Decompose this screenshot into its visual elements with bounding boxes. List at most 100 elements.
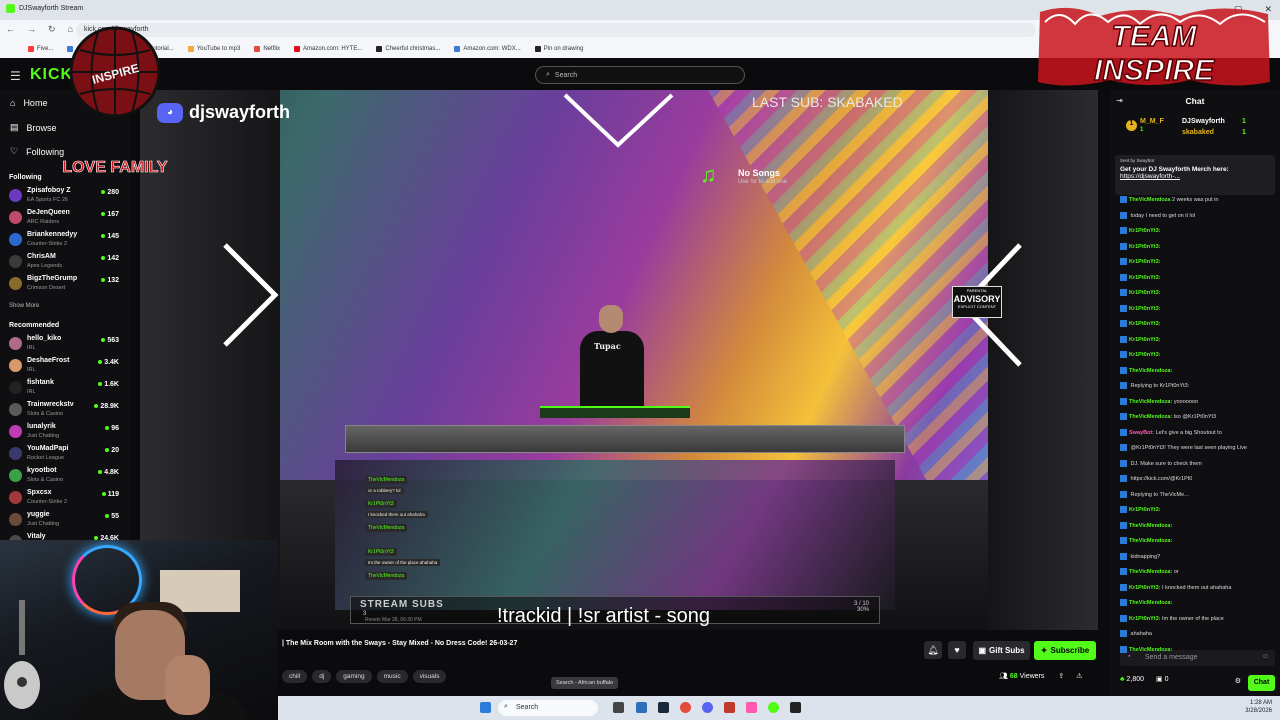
sidebar-channel[interactable]: lunalyrik Just Chatting 96 xyxy=(9,422,121,442)
chat-username[interactable]: TheVicMendoza: xyxy=(1129,414,1172,420)
discord-taskbar-icon[interactable] xyxy=(702,702,713,713)
chrome-icon[interactable] xyxy=(680,702,691,713)
top-gifter-2[interactable]: DJSwayforth xyxy=(1182,118,1225,125)
forward-icon[interactable]: → xyxy=(27,24,36,35)
chat-username[interactable]: Kr1Pt0nYt3: xyxy=(1129,305,1160,311)
top-gifter-1[interactable]: M_M_F xyxy=(1140,118,1164,125)
chat-message: https://kick.com/@Kr1Pt0 xyxy=(1120,475,1270,482)
steam-icon[interactable] xyxy=(658,702,669,713)
chat-username[interactable]: Kr1Pt0nYt3: xyxy=(1129,321,1160,327)
video-player[interactable]: LAST SUB: SKABAKED ♫ No Songs Use !sr to… xyxy=(140,90,1098,630)
avatar xyxy=(9,359,22,372)
bookmark-item[interactable]: Pin on drawing xyxy=(534,46,583,52)
chat-badge-icon xyxy=(1120,227,1127,234)
chat-username[interactable]: Kr1Pt0nYt3: xyxy=(1129,274,1160,280)
sidebar-channel[interactable]: Briankennedyy Counter-Strike 2 145 xyxy=(9,230,121,250)
stream-tag[interactable]: visuals xyxy=(412,670,447,683)
now-playing-sub: Use !sr to add one xyxy=(738,179,788,185)
task-view-icon[interactable] xyxy=(613,702,624,713)
pinned-message[interactable]: Sent by SwayBot Get your DJ Swayforth Me… xyxy=(1115,155,1275,195)
webcam-person-hand xyxy=(165,655,210,715)
chat-username[interactable]: TheVicMendoza: xyxy=(1129,522,1172,528)
nav-following[interactable]: ♡ Following xyxy=(10,146,64,157)
chat-username[interactable]: TheVicMendoza: xyxy=(1129,600,1172,606)
channel-viewers: 142 xyxy=(101,255,119,262)
spotify-icon[interactable] xyxy=(768,702,779,713)
following-header: Following xyxy=(9,174,42,181)
reload-icon[interactable]: ↻ xyxy=(48,24,56,35)
bookmark-icon xyxy=(254,46,261,52)
back-icon[interactable]: ← xyxy=(6,24,15,35)
taskbar-clock[interactable]: 1:28 AM 3/28/2026 xyxy=(1245,699,1272,716)
chat-username[interactable]: TheVicMendoza: xyxy=(1129,646,1172,652)
file-explorer-icon[interactable] xyxy=(636,702,647,713)
emoji-icon[interactable]: ☺ xyxy=(1262,653,1269,660)
sidebar-channel[interactable]: ChrisAM Apex Legends 142 xyxy=(9,252,121,272)
menu-icon[interactable]: ☰ xyxy=(10,69,21,83)
bookmark-item[interactable]: Netflix xyxy=(254,46,280,52)
chat-badge-icon xyxy=(1120,335,1127,343)
bookmark-icon xyxy=(376,46,383,52)
chat-username[interactable]: TheVicMendoza: xyxy=(1129,398,1172,404)
bookmark-item[interactable]: Five... xyxy=(28,46,53,52)
report-icon[interactable]: ⚠ xyxy=(1076,673,1082,680)
chat-send-button[interactable]: Chat xyxy=(1248,675,1275,691)
chat-username[interactable]: Kr1Pt0nYt3: xyxy=(1129,259,1160,265)
overlay-chat-message: TheVicMendoza xyxy=(365,516,465,534)
stream-tag[interactable]: chill xyxy=(282,670,308,683)
bookmark-item[interactable]: YouTube to mp3 xyxy=(187,46,240,52)
chat-username[interactable]: Kr1Pt0nYt3: xyxy=(1129,228,1160,234)
sidebar-channel[interactable]: DeJenQueen ARC Raiders 167 xyxy=(9,208,121,228)
stream-tag[interactable]: dj xyxy=(312,670,332,683)
chat-username[interactable]: Kr1Pt0nYt3: xyxy=(1129,615,1160,621)
nav-browse[interactable]: ▤ Browse xyxy=(10,122,57,133)
sidebar-channel[interactable]: DeshaeFrost IRL 3.4K xyxy=(9,356,121,376)
chat-username[interactable]: Kr1Pt0nYt3: xyxy=(1129,584,1160,590)
chat-username[interactable]: SwayBot: xyxy=(1129,429,1154,435)
notification-bell-icon[interactable]: 🔔︎ xyxy=(924,641,942,659)
sidebar-channel[interactable]: YouMadPapi Rocket League 20 xyxy=(9,444,121,464)
sidebar-channel[interactable]: yuggie Just Chatting 55 xyxy=(9,510,121,530)
sidebar-channel[interactable]: BigzTheGrump Crimson Desert 132 xyxy=(9,274,121,294)
top-gifter-3-count: 1 xyxy=(1242,129,1246,136)
bookmark-item[interactable]: Amazon.com: WDX... xyxy=(454,46,521,52)
chat-badge-icon xyxy=(1120,490,1127,498)
chat-username[interactable]: TheVicMendoza xyxy=(1129,197,1170,203)
chat-username[interactable]: TheVicMendoza: xyxy=(1129,538,1172,544)
stream-tag[interactable]: music xyxy=(376,670,408,683)
pinned-link[interactable]: https://djswayforth-... xyxy=(1120,173,1270,180)
chat-username[interactable]: Kr1Pt0nYt3: xyxy=(1129,243,1160,249)
taskbar-search[interactable]: ⌕ Search xyxy=(498,700,598,716)
nav-home[interactable]: ⌂ Home xyxy=(10,98,47,108)
top-gifter-3[interactable]: skabaked xyxy=(1182,129,1214,136)
share-icon[interactable]: ⇪ xyxy=(1058,673,1064,680)
follow-heart-icon[interactable]: ♥ xyxy=(948,641,966,659)
bookmark-item[interactable]: Amazon.com: HYTE... xyxy=(294,46,362,52)
chat-username[interactable]: Kr1Pt0nYt3: xyxy=(1129,507,1160,513)
chat-text: Im the owner of the place xyxy=(1162,615,1224,622)
search-input[interactable]: ⌕ Search xyxy=(535,66,745,84)
subscribe-button[interactable]: ✦ Subscribe xyxy=(1034,641,1096,660)
bookmark-item[interactable]: Cheerful christmas... xyxy=(376,46,440,52)
show-more-link[interactable]: Show More xyxy=(9,303,39,309)
chat-username[interactable]: Kr1Pt0nYt3: xyxy=(1129,336,1160,342)
stream-subs-date: Resets Mar 28, 06:30 PM xyxy=(365,617,422,623)
chat-settings-icon[interactable]: ⚙ xyxy=(1235,677,1241,685)
app-pin-icon[interactable] xyxy=(746,702,757,713)
chat-username[interactable]: Kr1Pt0nYt3: xyxy=(1129,352,1160,358)
obs-icon[interactable] xyxy=(790,702,801,713)
stream-tag[interactable]: gaming xyxy=(336,670,372,683)
stream-subs-label: STREAM SUBS xyxy=(360,599,444,610)
url-field[interactable]: kick.com/djswayforth xyxy=(76,23,1036,37)
gift-subs-button[interactable]: ▣ Gift Subs xyxy=(973,641,1030,660)
windows-start-icon[interactable] xyxy=(480,702,491,713)
sidebar-channel[interactable]: Trainwreckstv Slots & Casino 28.9K xyxy=(9,400,121,420)
sidebar-channel[interactable]: hello_kiko IRL 563 xyxy=(9,334,121,354)
sidebar-channel[interactable]: kyootbot Slots & Casino 4.8K xyxy=(9,466,121,486)
sidebar-channel[interactable]: fishtank IRL 1.6K xyxy=(9,378,121,398)
chat-username[interactable]: Kr1Pt0nYt3: xyxy=(1129,290,1160,296)
app-icon[interactable] xyxy=(724,702,735,713)
sidebar-channel[interactable]: Spxcsx Counter-Strike 2 119 xyxy=(9,488,121,508)
chat-username[interactable]: TheVicMendoza: xyxy=(1129,367,1172,373)
chat-username[interactable]: TheVicMendoza: xyxy=(1129,569,1172,575)
